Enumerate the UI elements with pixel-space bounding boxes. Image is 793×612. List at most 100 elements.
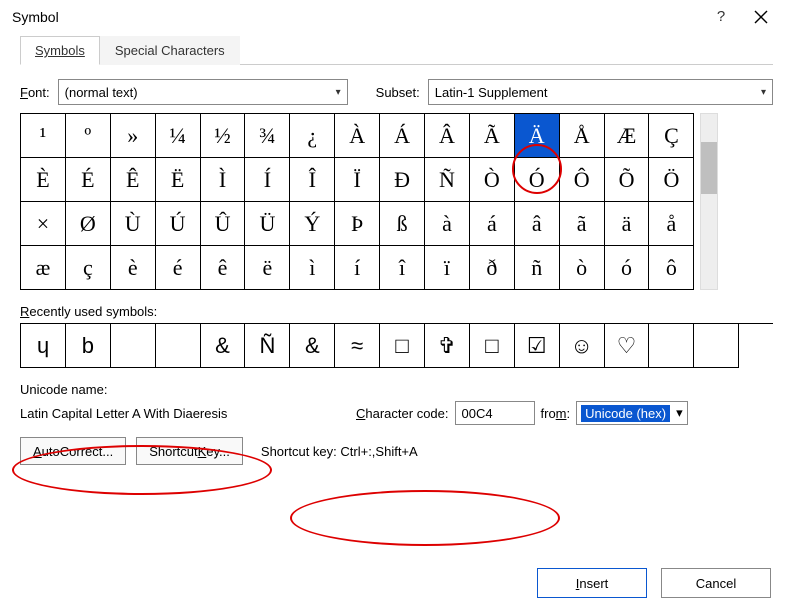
- symbol-cell[interactable]: Î: [290, 158, 335, 202]
- symbol-cell[interactable]: Ä: [515, 114, 560, 158]
- recent-symbol-cell[interactable]: b: [66, 324, 111, 368]
- symbol-cell[interactable]: Ù: [111, 202, 156, 246]
- symbol-cell[interactable]: à: [425, 202, 470, 246]
- symbol-cell[interactable]: À: [335, 114, 380, 158]
- autocorrect-button[interactable]: AutoCorrect...: [20, 437, 126, 465]
- symbol-cell[interactable]: Ç: [649, 114, 694, 158]
- tab-bar: Symbols Special Characters: [20, 35, 773, 65]
- symbol-cell[interactable]: ò: [560, 246, 605, 290]
- recent-symbol-cell[interactable]: ♡: [605, 324, 650, 368]
- symbol-cell[interactable]: º: [66, 114, 111, 158]
- unicode-name-label: Unicode name:: [20, 382, 773, 397]
- symbol-cell[interactable]: È: [21, 158, 66, 202]
- symbol-cell[interactable]: Ð: [380, 158, 425, 202]
- symbol-cell[interactable]: æ: [21, 246, 66, 290]
- symbol-cell[interactable]: è: [111, 246, 156, 290]
- annotation-ellipse: [290, 490, 560, 546]
- tab-special-characters[interactable]: Special Characters: [100, 36, 240, 65]
- symbol-cell[interactable]: ï: [425, 246, 470, 290]
- symbol-cell[interactable]: Õ: [605, 158, 650, 202]
- symbol-cell[interactable]: á: [470, 202, 515, 246]
- symbol-cell[interactable]: ç: [66, 246, 111, 290]
- symbol-cell[interactable]: Ö: [649, 158, 694, 202]
- symbol-cell[interactable]: Á: [380, 114, 425, 158]
- recent-symbol-cell[interactable]: ☑: [515, 324, 560, 368]
- recent-symbols-grid[interactable]: ɥb&Ñ&≈□✞□☑☺♡: [20, 323, 773, 368]
- symbol-cell[interactable]: ¼: [156, 114, 201, 158]
- symbol-cell[interactable]: Ó: [515, 158, 560, 202]
- close-button[interactable]: [741, 10, 781, 24]
- subset-select[interactable]: Latin-1 Supplement ▾: [428, 79, 773, 105]
- symbol-cell[interactable]: ë: [245, 246, 290, 290]
- recent-symbol-cell[interactable]: ✞: [425, 324, 470, 368]
- help-button[interactable]: ?: [701, 8, 741, 25]
- symbol-cell[interactable]: Ú: [156, 202, 201, 246]
- recent-symbol-cell[interactable]: [649, 324, 694, 368]
- symbol-cell[interactable]: ½: [201, 114, 246, 158]
- symbol-cell[interactable]: Ô: [560, 158, 605, 202]
- symbol-cell[interactable]: Ñ: [425, 158, 470, 202]
- symbol-cell[interactable]: Ü: [245, 202, 290, 246]
- symbol-cell[interactable]: ñ: [515, 246, 560, 290]
- symbol-cell[interactable]: ¿: [290, 114, 335, 158]
- recent-symbol-cell[interactable]: □: [380, 324, 425, 368]
- symbol-cell[interactable]: ã: [560, 202, 605, 246]
- symbol-cell[interactable]: Ã: [470, 114, 515, 158]
- recent-symbol-cell[interactable]: [156, 324, 201, 368]
- recent-symbol-cell[interactable]: &: [290, 324, 335, 368]
- symbol-cell[interactable]: Û: [201, 202, 246, 246]
- recent-symbol-cell[interactable]: &: [201, 324, 246, 368]
- symbol-cell[interactable]: Ë: [156, 158, 201, 202]
- char-code-input[interactable]: 00C4: [455, 401, 535, 425]
- symbol-cell[interactable]: Ò: [470, 158, 515, 202]
- symbol-cell[interactable]: å: [649, 202, 694, 246]
- cancel-button[interactable]: Cancel: [661, 568, 771, 598]
- symbol-cell[interactable]: ä: [605, 202, 650, 246]
- symbol-cell[interactable]: Þ: [335, 202, 380, 246]
- symbol-cell[interactable]: ê: [201, 246, 246, 290]
- symbol-cell[interactable]: ¾: [245, 114, 290, 158]
- symbol-cell[interactable]: Ý: [290, 202, 335, 246]
- recent-symbol-cell[interactable]: ☺: [560, 324, 605, 368]
- symbol-cell[interactable]: â: [515, 202, 560, 246]
- symbol-cell[interactable]: î: [380, 246, 425, 290]
- symbol-cell[interactable]: ð: [470, 246, 515, 290]
- symbol-cell[interactable]: ì: [290, 246, 335, 290]
- symbol-cell[interactable]: Í: [245, 158, 290, 202]
- symbol-cell[interactable]: Ì: [201, 158, 246, 202]
- recent-symbol-cell[interactable]: [694, 324, 739, 368]
- font-label: Font:: [20, 85, 50, 100]
- recent-symbol-cell[interactable]: ≈: [335, 324, 380, 368]
- chevron-down-icon: ▾: [761, 87, 766, 98]
- symbol-cell[interactable]: í: [335, 246, 380, 290]
- symbol-cell[interactable]: É: [66, 158, 111, 202]
- chevron-down-icon: ▾: [336, 87, 341, 98]
- tab-symbols[interactable]: Symbols: [20, 36, 100, 65]
- recent-symbol-cell[interactable]: ɥ: [21, 324, 66, 368]
- symbol-grid[interactable]: ¹º»¼½¾¿ÀÁÂÃÄÅÆÇ ÈÉÊËÌÍÎÏÐÑÒÓÔÕÖ ×ØÙÚÛÜÝÞßà…: [20, 113, 694, 290]
- subset-label: Subset:: [376, 85, 420, 100]
- symbol-cell[interactable]: Æ: [605, 114, 650, 158]
- close-icon: [754, 10, 768, 24]
- symbol-cell[interactable]: ß: [380, 202, 425, 246]
- shortcut-key-button[interactable]: Shortcut Key...: [136, 437, 243, 465]
- symbol-cell[interactable]: Å: [560, 114, 605, 158]
- scroll-thumb[interactable]: [701, 142, 717, 194]
- symbol-cell[interactable]: ó: [605, 246, 650, 290]
- recent-symbol-cell[interactable]: □: [470, 324, 515, 368]
- from-select[interactable]: Unicode (hex) ▾: [576, 401, 687, 425]
- symbol-cell[interactable]: Ê: [111, 158, 156, 202]
- symbol-cell[interactable]: Ø: [66, 202, 111, 246]
- symbol-cell[interactable]: ¹: [21, 114, 66, 158]
- symbol-cell[interactable]: Â: [425, 114, 470, 158]
- symbol-cell[interactable]: Ï: [335, 158, 380, 202]
- symbol-cell[interactable]: »: [111, 114, 156, 158]
- insert-button[interactable]: Insert: [537, 568, 647, 598]
- recent-symbol-cell[interactable]: Ñ: [245, 324, 290, 368]
- recent-symbol-cell[interactable]: [111, 324, 156, 368]
- symbol-cell[interactable]: ô: [649, 246, 694, 290]
- symbol-cell[interactable]: ×: [21, 202, 66, 246]
- font-select[interactable]: (normal text) ▾: [58, 79, 348, 105]
- symbol-cell[interactable]: é: [156, 246, 201, 290]
- grid-scrollbar[interactable]: [700, 113, 718, 290]
